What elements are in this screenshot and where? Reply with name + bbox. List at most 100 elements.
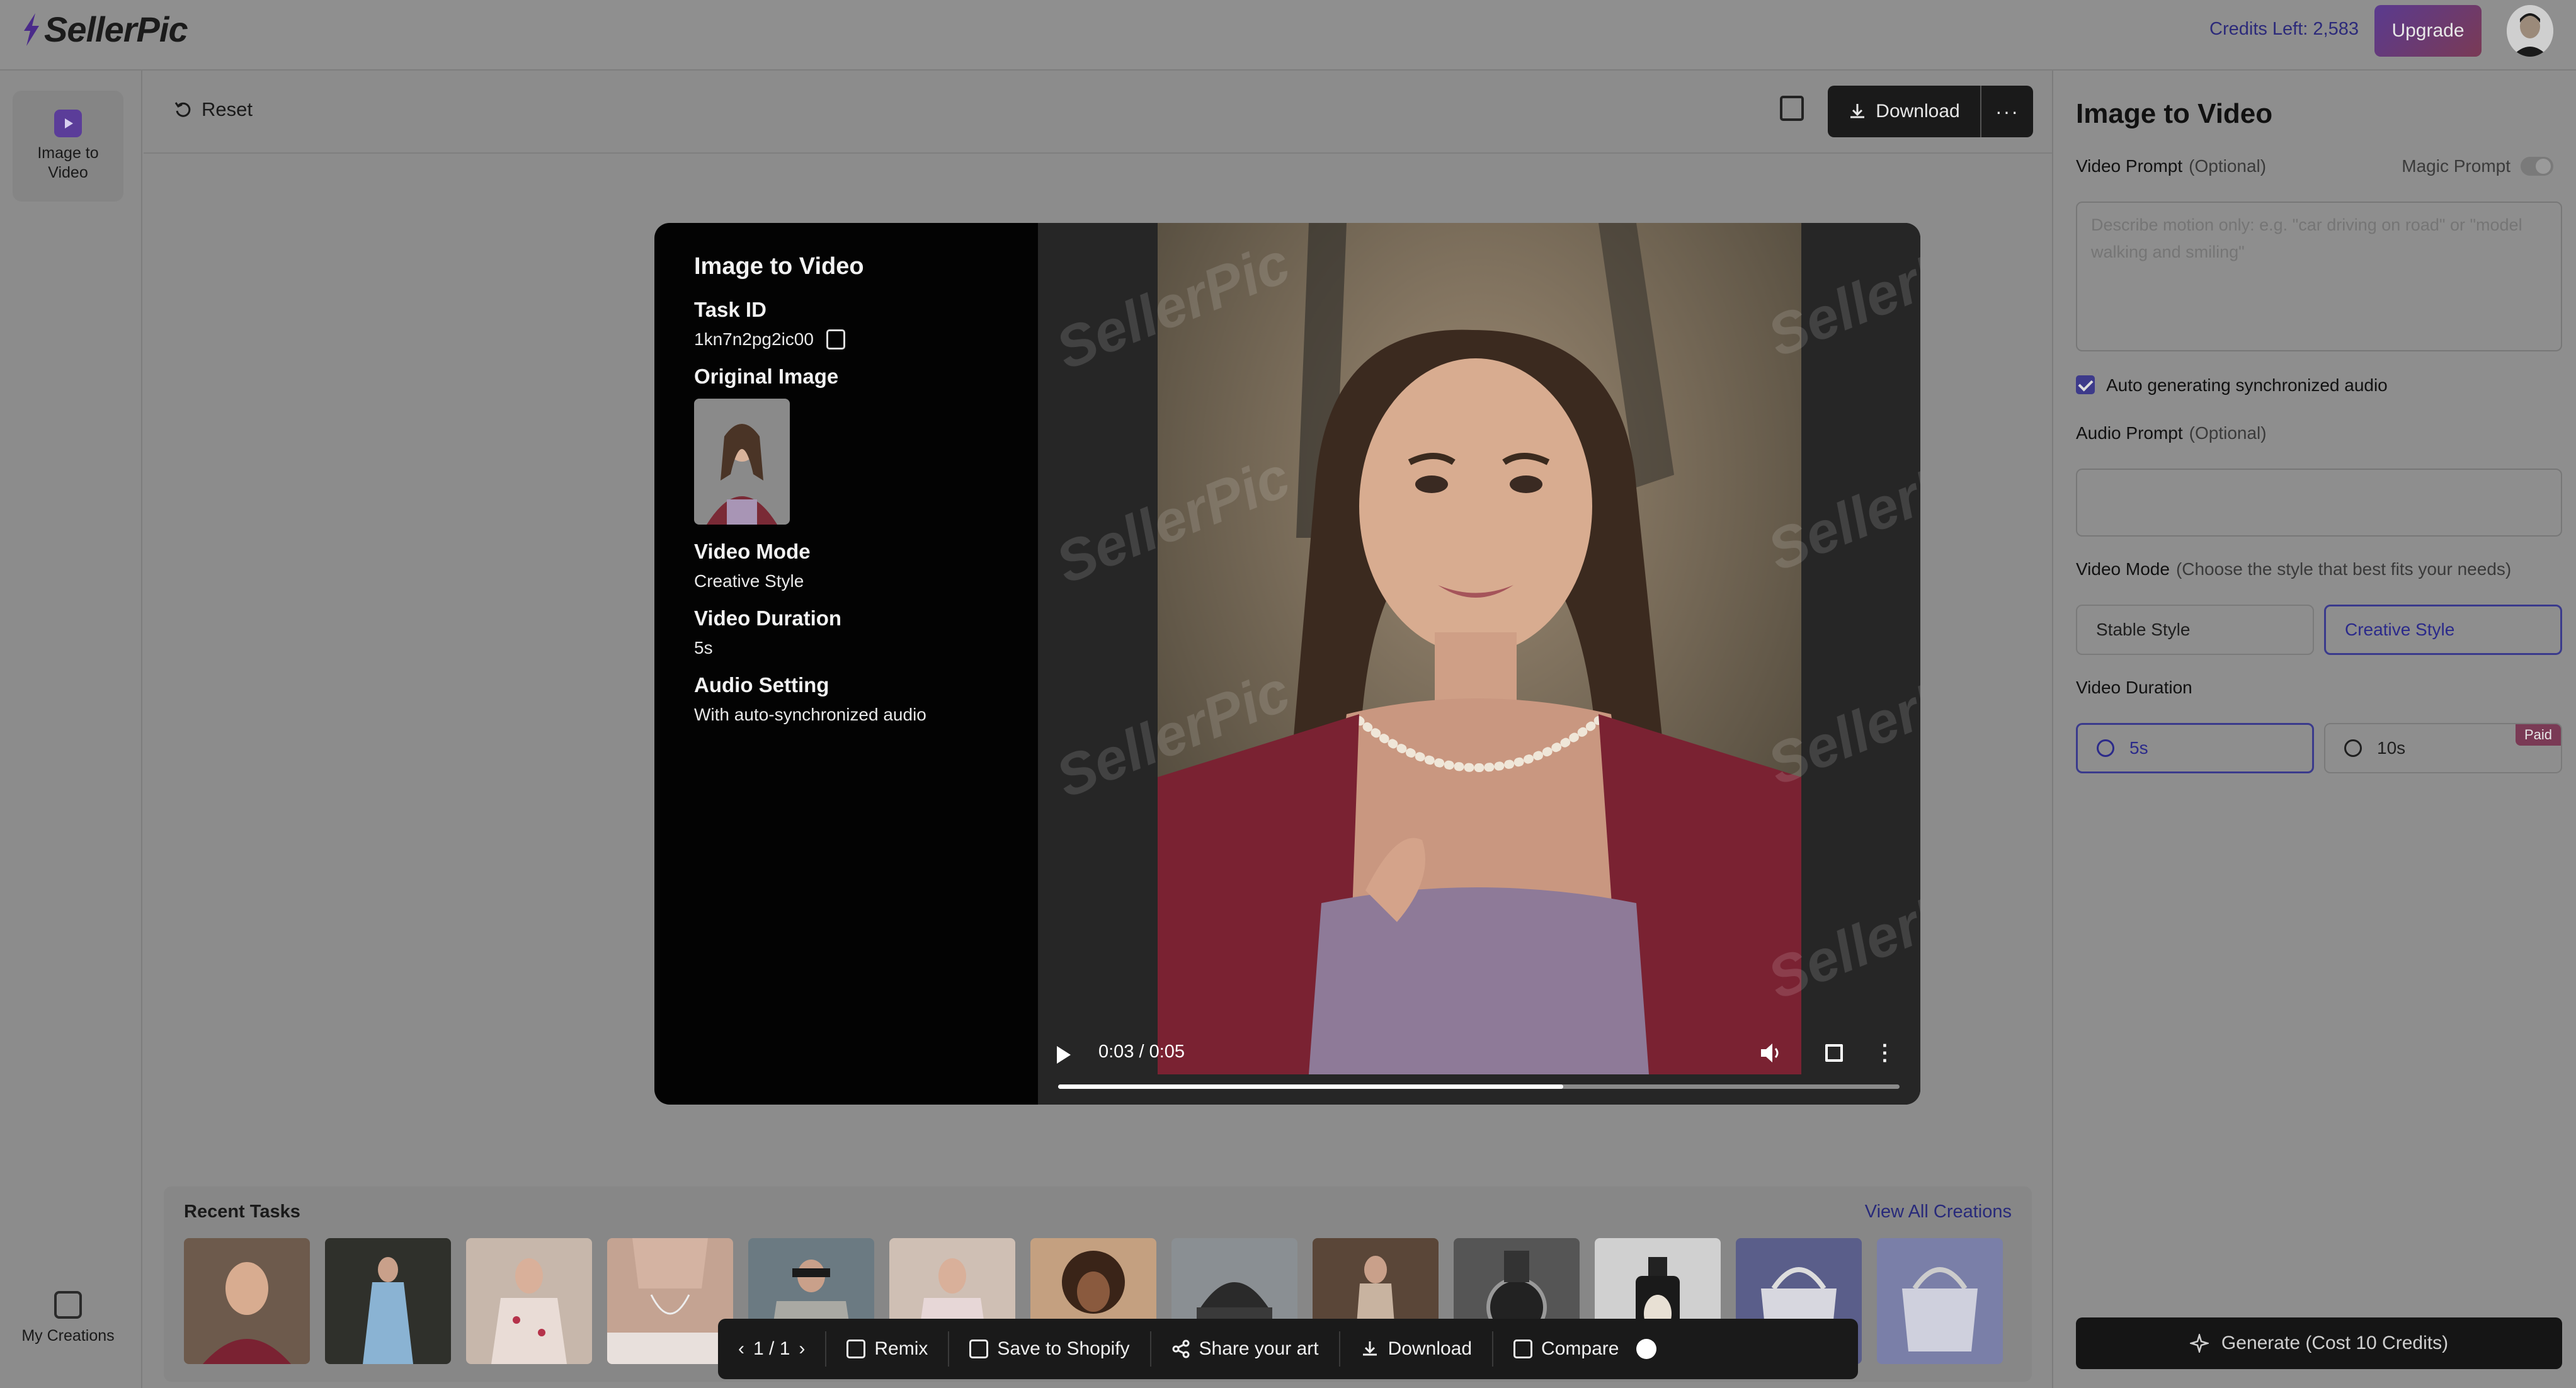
optional-hint: (Optional) <box>2189 156 2267 176</box>
top-bar <box>0 0 2576 71</box>
creations-icon <box>54 1291 82 1319</box>
shopify-bag-icon <box>969 1340 989 1358</box>
bottom-download-label: Download <box>1388 1338 1473 1359</box>
original-image-label: Original Image <box>694 365 839 388</box>
video-frame <box>1158 223 1801 1074</box>
video-progress-bar[interactable] <box>1058 1084 1900 1089</box>
video-time: 0:03 / 0:05 <box>1098 1042 1185 1062</box>
video-duration-label: Video Duration <box>694 606 842 630</box>
recent-task-thumbnail[interactable] <box>607 1238 733 1364</box>
stable-style-option[interactable]: Stable Style <box>2076 605 2314 655</box>
recent-task-thumbnail[interactable] <box>325 1238 451 1364</box>
play-icon[interactable] <box>1057 1046 1071 1064</box>
sidebar-item-label: Image to Video <box>37 144 99 181</box>
magic-prompt-switch[interactable] <box>2521 157 2553 176</box>
sparkle-icon <box>2189 1334 2209 1353</box>
panel-title: Image to Video <box>2076 98 2273 129</box>
auto-audio-checkbox[interactable] <box>2076 375 2095 394</box>
video-mode-hint: (Choose the style that best fits your ne… <box>2175 559 2512 579</box>
task-id-value: 1kn7n2pg2ic00 <box>694 329 814 349</box>
video-player[interactable]: SellerPic SellerPic SellerPic SellerPic … <box>1038 223 1920 1105</box>
compare-label: Compare <box>1541 1338 1619 1359</box>
save-to-shopify-button[interactable]: Save to Shopify <box>949 1331 1151 1367</box>
audio-prompt-input[interactable] <box>2076 469 2562 537</box>
bottom-download-button[interactable]: Download <box>1340 1331 1494 1367</box>
recent-task-thumbnail[interactable] <box>184 1238 310 1364</box>
recent-task-thumbnail[interactable] <box>1877 1238 2003 1364</box>
share-button[interactable]: Share your art <box>1151 1331 1340 1367</box>
timer-icon <box>2097 739 2114 757</box>
compare-view-icon[interactable] <box>1780 96 1804 121</box>
download-icon <box>1362 1341 1377 1356</box>
video-mode-section-label-text: Video Mode <box>2076 559 2170 579</box>
duration-5s-label: 5s <box>2129 738 2148 758</box>
video-progress-fill <box>1058 1084 1563 1089</box>
more-options-button[interactable]: ··· <box>1981 100 2033 123</box>
video-icon <box>54 109 82 137</box>
upgrade-button[interactable]: Upgrade <box>2374 5 2482 57</box>
sidebar-item-image-to-video[interactable]: Image to Video <box>13 91 123 202</box>
audio-prompt-label: Audio Prompt (Optional) <box>2076 423 2267 443</box>
compare-switch[interactable] <box>1636 1339 1657 1359</box>
duration-10s-label: 10s <box>2377 738 2406 758</box>
share-icon <box>1172 1340 1190 1358</box>
generate-button[interactable]: Generate (Cost 10 Credits) <box>2076 1317 2562 1369</box>
fullscreen-icon[interactable] <box>1825 1044 1843 1062</box>
video-duration-value: 5s <box>694 638 713 657</box>
next-chevron-icon[interactable]: › <box>799 1338 805 1360</box>
reset-label: Reset <box>202 98 253 120</box>
generate-label: Generate (Cost 10 Credits) <box>2221 1333 2449 1353</box>
magic-prompt-toggle[interactable]: Magic Prompt <box>2402 156 2553 176</box>
pager: ‹ 1 / 1 › <box>718 1331 827 1367</box>
my-creations-label: My Creations <box>21 1327 115 1345</box>
original-image-thumbnail[interactable] <box>694 399 790 525</box>
volume-icon[interactable] <box>1760 1042 1781 1064</box>
share-label: Share your art <box>1199 1338 1319 1359</box>
video-mode-section-label: Video Mode (Choose the style that best fi… <box>2076 559 2511 579</box>
creative-style-option[interactable]: Creative Style <box>2324 605 2562 655</box>
pager-label: 1 / 1 <box>753 1338 790 1359</box>
remix-button[interactable]: Remix <box>826 1331 950 1367</box>
save-to-shopify-label: Save to Shopify <box>997 1338 1130 1359</box>
recent-task-thumbnail[interactable] <box>466 1238 592 1364</box>
auto-audio-label: Auto generating synchronized audio <box>2106 375 2388 395</box>
remix-icon <box>846 1340 866 1358</box>
download-icon <box>1850 104 1865 118</box>
video-preview-image <box>1158 223 1801 1074</box>
video-more-icon[interactable]: · · · <box>1882 1035 1889 1071</box>
avatar-illustration <box>2507 5 2553 57</box>
sidebar-my-creations[interactable]: My Creations <box>0 1291 136 1346</box>
optional-hint: (Optional) <box>2189 423 2267 443</box>
avatar[interactable] <box>2507 5 2553 57</box>
task-id-label: Task ID <box>694 298 767 321</box>
result-title: Image to Video <box>694 253 864 280</box>
compare-toggle[interactable]: Compare <box>1493 1331 1677 1367</box>
video-prompt-input[interactable] <box>2076 202 2562 351</box>
video-prompt-label-text: Video Prompt <box>2076 156 2183 176</box>
timer-icon <box>2344 739 2362 757</box>
video-duration-section-label: Video Duration <box>2076 678 2192 697</box>
prev-chevron-icon[interactable]: ‹ <box>738 1338 744 1360</box>
settings-panel: Image to Video Video Prompt (Optional) Ma… <box>2052 71 2576 1388</box>
result-info: Image to Video Task ID 1kn7n2pg2ic00 Ori… <box>694 253 1022 725</box>
reset-button[interactable]: Reset <box>174 98 253 121</box>
duration-5s-option[interactable]: 5s <box>2076 723 2314 773</box>
logo[interactable]: SellerPic <box>21 9 188 50</box>
download-button-group: Download ··· <box>1828 86 2033 137</box>
recent-tasks-title: Recent Tasks <box>184 1202 300 1222</box>
download-label: Download <box>1876 101 1960 122</box>
magic-prompt-label: Magic Prompt <box>2402 156 2510 176</box>
video-mode-value: Creative Style <box>694 571 804 591</box>
copy-icon[interactable] <box>826 329 845 350</box>
duration-10s-option[interactable]: 10s Paid <box>2324 723 2562 773</box>
logo-text: SellerPic <box>44 9 188 49</box>
download-button[interactable]: Download <box>1828 86 1981 137</box>
video-prompt-label: Video Prompt (Optional) <box>2076 156 2266 176</box>
compare-icon <box>1513 1340 1533 1358</box>
canvas-divider <box>144 152 2052 154</box>
view-all-creations-link[interactable]: View All Creations <box>1865 1202 2012 1222</box>
audio-setting-value: With auto-synchronized audio <box>694 705 926 724</box>
audio-prompt-label-text: Audio Prompt <box>2076 423 2183 443</box>
logo-bolt-icon <box>24 13 39 46</box>
credits-left: Credits Left: 2,583 <box>2209 19 2359 39</box>
